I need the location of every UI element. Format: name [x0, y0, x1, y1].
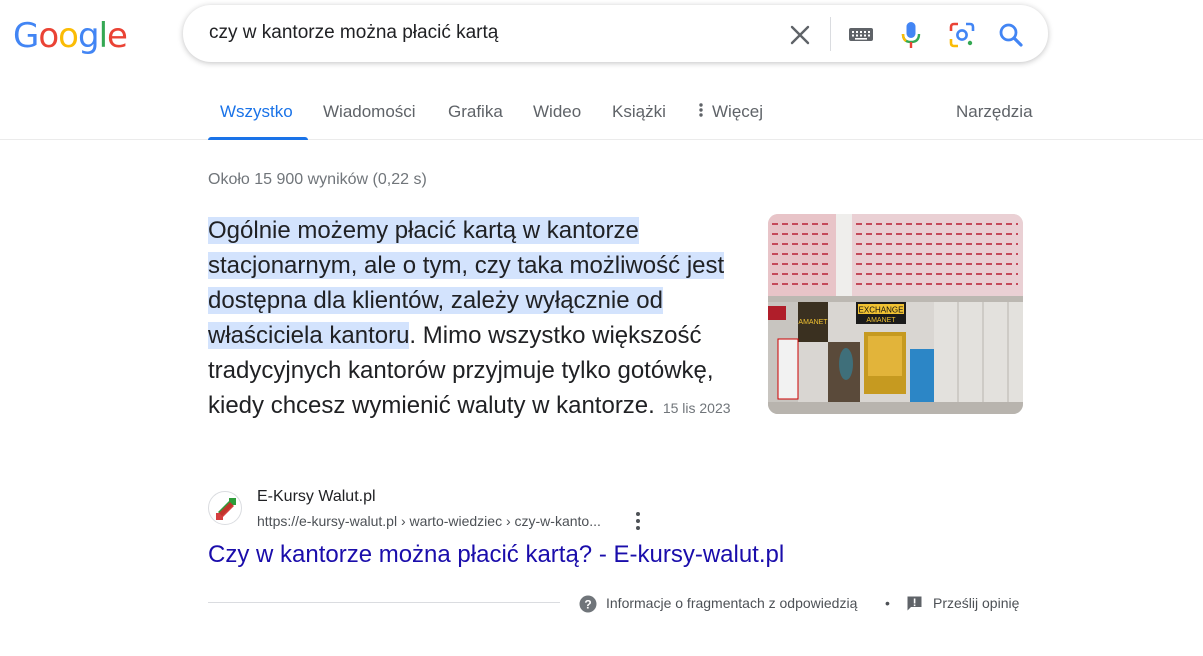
keyboard-icon — [849, 28, 873, 41]
footer-divider — [208, 602, 560, 603]
tab-videos[interactable]: Wideo — [533, 102, 581, 122]
tab-more-label: Więcej — [712, 102, 764, 121]
result-stats: Około 15 900 wyników (0,22 s) — [208, 171, 427, 188]
logo-letter: e — [107, 16, 128, 56]
photo-sign-text: AMANET — [798, 319, 828, 326]
more-vert-icon — [698, 102, 712, 123]
result-title-link[interactable]: Czy w kantorze można płacić kartą? - E-k… — [208, 541, 784, 569]
tab-news[interactable]: Wiadomości — [323, 102, 416, 122]
search-box[interactable]: czy w kantorze można płacić kartą — [183, 5, 1048, 62]
more-vert-icon — [636, 512, 640, 530]
site-name[interactable]: E-Kursy Walut.pl — [257, 488, 376, 506]
tab-more[interactable]: Więcej — [698, 102, 763, 123]
active-tab-indicator — [208, 137, 308, 140]
logo-letter: l — [98, 16, 109, 56]
result-options-button[interactable] — [628, 510, 648, 532]
tab-all[interactable]: Wszystko — [220, 102, 293, 122]
google-logo[interactable]: Google — [13, 16, 128, 56]
logo-letter: o — [38, 16, 59, 56]
tools-button[interactable]: Narzędzia — [956, 102, 1033, 122]
tab-books[interactable]: Książki — [612, 102, 666, 122]
photo-sign-text: EXCHANGE — [859, 306, 904, 315]
lens-icon — [949, 22, 975, 48]
exchange-office-photo: EXCHANGE AMANET AMANET — [768, 214, 1023, 414]
featured-snippet-text: Ogólnie możemy płacić kartą w kantorze s… — [208, 213, 733, 426]
separator-dot: • — [885, 595, 890, 611]
logo-letter: G — [13, 16, 39, 56]
logo-letter: g — [77, 16, 100, 56]
search-input[interactable]: czy w kantorze można płacić kartą — [209, 22, 498, 44]
site-url[interactable]: https://e-kursy-walut.pl › warto-wiedzie… — [257, 513, 601, 529]
search-divider — [830, 17, 831, 51]
feedback-link[interactable]: Prześlij opinię — [933, 595, 1019, 611]
image-search-button[interactable] — [947, 20, 977, 50]
tab-images[interactable]: Grafika — [448, 102, 503, 122]
feedback-icon — [906, 595, 923, 612]
help-icon: ? — [579, 595, 597, 613]
voice-search-button[interactable] — [899, 19, 923, 51]
clear-button[interactable] — [784, 19, 816, 51]
site-favicon[interactable] — [208, 491, 242, 525]
keyboard-button[interactable] — [847, 22, 875, 46]
logo-letter: o — [58, 16, 79, 56]
svg-text:?: ? — [584, 598, 591, 612]
currency-arrows-icon — [216, 498, 236, 520]
search-button[interactable] — [996, 20, 1026, 50]
close-icon — [790, 25, 810, 45]
search-icon — [999, 23, 1023, 47]
snippet-info-link[interactable]: Informacje o fragmentach z odpowiedzią — [606, 595, 857, 611]
photo-sign-text: AMANET — [866, 317, 896, 324]
snippet-image[interactable]: EXCHANGE AMANET AMANET — [768, 214, 1023, 414]
tab-bar: Wszystko Wiadomości Grafika Wideo Książk… — [0, 90, 1203, 140]
snippet-date: 15 lis 2023 — [662, 400, 731, 416]
microphone-icon — [901, 22, 921, 48]
